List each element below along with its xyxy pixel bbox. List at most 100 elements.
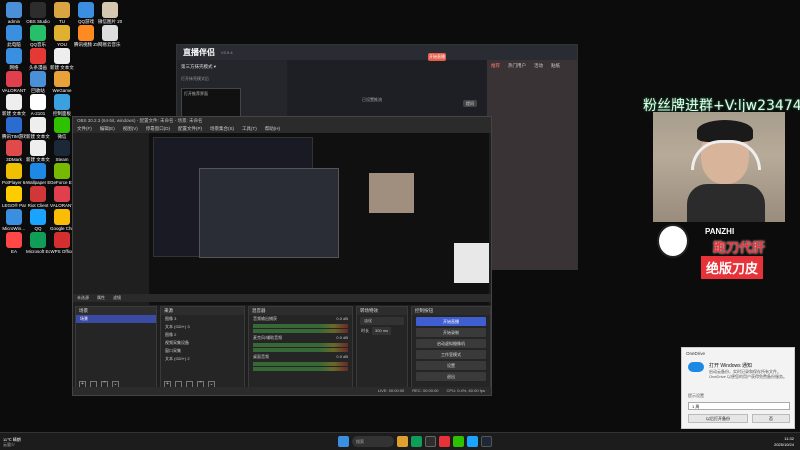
desktop-icon[interactable]: Riot Client: [26, 186, 50, 208]
desktop-icon[interactable]: 网易云音乐 会员体验: [98, 25, 122, 47]
live-channel-select[interactable]: 第三方抹壳模式 ▾: [177, 60, 287, 74]
tab-stickers[interactable]: 贴纸: [551, 63, 560, 69]
desktop-icon-label: VALORANT Influence…: [2, 88, 26, 93]
desktop-icon[interactable]: YOU: [50, 25, 74, 47]
studio-mode-button[interactable]: 工作室模式: [416, 350, 486, 359]
desktop-icon[interactable]: 新建 文本文档 (7): [26, 140, 50, 162]
qq-icon[interactable]: [467, 436, 478, 447]
toast-primary-button[interactable]: 以后打开备份: [688, 414, 748, 423]
clock[interactable]: 11:32 2025/10/24: [774, 436, 794, 448]
settings-button[interactable]: 设置: [416, 361, 486, 370]
desktop-icon[interactable]: QQ: [26, 209, 50, 231]
menu-profile[interactable]: 配置文件(P): [178, 125, 202, 133]
live-ask-button[interactable]: 提问: [463, 100, 477, 107]
desktop-icon[interactable]: LEGO® Party!: [2, 186, 26, 208]
badge-name: PANZHI: [705, 227, 735, 236]
menu-scene-collection[interactable]: 场景集合(S): [210, 125, 234, 133]
source-item[interactable]: 视频采集设备: [161, 339, 244, 347]
desktop-icon[interactable]: 新建 文本文档 (6): [26, 117, 50, 139]
desktop-icon[interactable]: 此电脑: [2, 25, 26, 47]
desktop-icon[interactable]: 回收站: [26, 71, 50, 93]
desktop-icon[interactable]: VALORANT Influence…: [2, 71, 26, 93]
desktop-icon[interactable]: TU: [50, 2, 74, 24]
tab-recommend[interactable]: 推荐: [491, 63, 500, 69]
obs-icon[interactable]: [425, 436, 436, 447]
desktop-icon[interactable]: admin: [2, 2, 26, 24]
volume-slider[interactable]: [253, 367, 348, 371]
desktop-icon[interactable]: Microsoft Edge: [26, 232, 50, 254]
desktop-icon[interactable]: VALORANT: [50, 186, 74, 208]
app-icon: [30, 25, 46, 41]
desktop-icon[interactable]: 腾讯视频 ZS: [74, 25, 98, 47]
transition-select[interactable]: 淡化: [360, 317, 404, 325]
start-streaming-button[interactable]: 开始直播: [416, 317, 486, 326]
source-item[interactable]: 图像 2: [161, 331, 244, 339]
desktop-icon[interactable]: 腾讯TIM游戏: [2, 117, 26, 139]
desktop-icon[interactable]: 头条漫画: [26, 48, 50, 70]
desktop-icon[interactable]: A-2101: [26, 94, 50, 116]
desktop-icon-label: MicroWin…: [2, 226, 26, 231]
live-scene-card[interactable]: 打开推荐界面: [181, 88, 241, 118]
desktop-icon[interactable]: EA: [2, 232, 26, 254]
steam-icon[interactable]: [481, 436, 492, 447]
app-icon: [54, 2, 70, 18]
desktop-icon[interactable]: 微信图片 2025102…: [98, 2, 122, 24]
desktop-icon-label: 3DMark: [6, 157, 22, 162]
desktop-icon[interactable]: 微信: [50, 117, 74, 139]
desktop-icon[interactable]: OBS Studio: [26, 2, 50, 24]
obs-preview[interactable]: [149, 133, 489, 305]
toast-option-select[interactable]: 1 周: [688, 402, 790, 410]
desktop-icon[interactable]: 控制面板: [50, 94, 74, 116]
desktop-icon[interactable]: WPS Office: [50, 232, 74, 254]
source-item[interactable]: 文本 (GDI+) 3: [161, 323, 244, 331]
file-explorer-icon[interactable]: [397, 436, 408, 447]
menu-docks[interactable]: 停靠窗口(D): [146, 125, 170, 133]
desktop-icon[interactable]: WeGame: [50, 71, 74, 93]
desktop-icon[interactable]: 网络: [2, 48, 26, 70]
exit-button[interactable]: 退出: [416, 372, 486, 381]
desktop-icon[interactable]: Wallpaper Engine:…: [26, 163, 50, 185]
properties-button[interactable]: 属性: [97, 294, 105, 302]
search-box[interactable]: 搜索: [352, 436, 394, 447]
menu-view[interactable]: 视图(V): [123, 125, 138, 133]
desktop-icon[interactable]: 新建 文本文档 (5): [2, 94, 26, 116]
obs-statusbar: LIVE: 00:00:00 REC: 00:00:00 CPU: 0.4%, …: [73, 387, 491, 395]
weather-widget[interactable]: 11℃ 晴朗 云量少: [3, 437, 21, 447]
virtual-camera-button[interactable]: 启动虚拟摄像机: [416, 339, 486, 348]
volume-slider[interactable]: [253, 348, 348, 352]
wechat-icon[interactable]: [453, 436, 464, 447]
volume-slider[interactable]: [253, 329, 348, 333]
menu-edit[interactable]: 编辑(E): [100, 125, 115, 133]
live-start-button[interactable]: 开始直播: [428, 53, 446, 61]
source-item[interactable]: 文本 (GDI+) 2: [161, 355, 244, 363]
desktop-icon[interactable]: MicroWin…: [2, 209, 26, 231]
scene-item[interactable]: 场景: [76, 315, 156, 323]
duration-input[interactable]: 300 ms: [372, 327, 392, 335]
desktop-icon[interactable]: PotPlayer 64 bit: [2, 163, 26, 185]
menu-file[interactable]: 文件(F): [77, 125, 92, 133]
sources-dock-title: 来源: [161, 307, 244, 315]
desktop-icon[interactable]: QQ游戏: [74, 2, 98, 24]
filters-button[interactable]: 滤镜: [113, 294, 121, 302]
shirt: [687, 184, 765, 222]
tab-activity[interactable]: 活动: [534, 63, 543, 69]
edge-icon[interactable]: [411, 436, 422, 447]
source-item[interactable]: 窗口采集: [161, 347, 244, 355]
desktop-icon[interactable]: GeForce Experience: [50, 163, 74, 185]
desktop-icon[interactable]: QQ音乐: [26, 25, 50, 47]
live-preview-hint: 已设置推流: [362, 97, 382, 102]
source-item[interactable]: 图像 3: [161, 315, 244, 323]
tab-hot-users[interactable]: 热门用户: [508, 63, 526, 69]
duration-label: 时长: [361, 328, 369, 333]
desktop-icon[interactable]: 3DMark: [2, 140, 26, 162]
mixer-channel: 音频输出捕获 0.0 dB: [249, 315, 352, 323]
desktop-icon[interactable]: Steam: [50, 140, 74, 162]
start-recording-button[interactable]: 开始录制: [416, 328, 486, 337]
live-app-icon[interactable]: [439, 436, 450, 447]
start-icon[interactable]: [338, 436, 349, 447]
desktop-icon[interactable]: Google Chrome: [50, 209, 74, 231]
desktop-icon[interactable]: 新建 文本文档 (3): [50, 48, 74, 70]
menu-tools[interactable]: 工具(T): [242, 125, 257, 133]
menu-help[interactable]: 帮助(H): [265, 125, 280, 133]
toast-secondary-button[interactable]: 否: [752, 414, 790, 423]
